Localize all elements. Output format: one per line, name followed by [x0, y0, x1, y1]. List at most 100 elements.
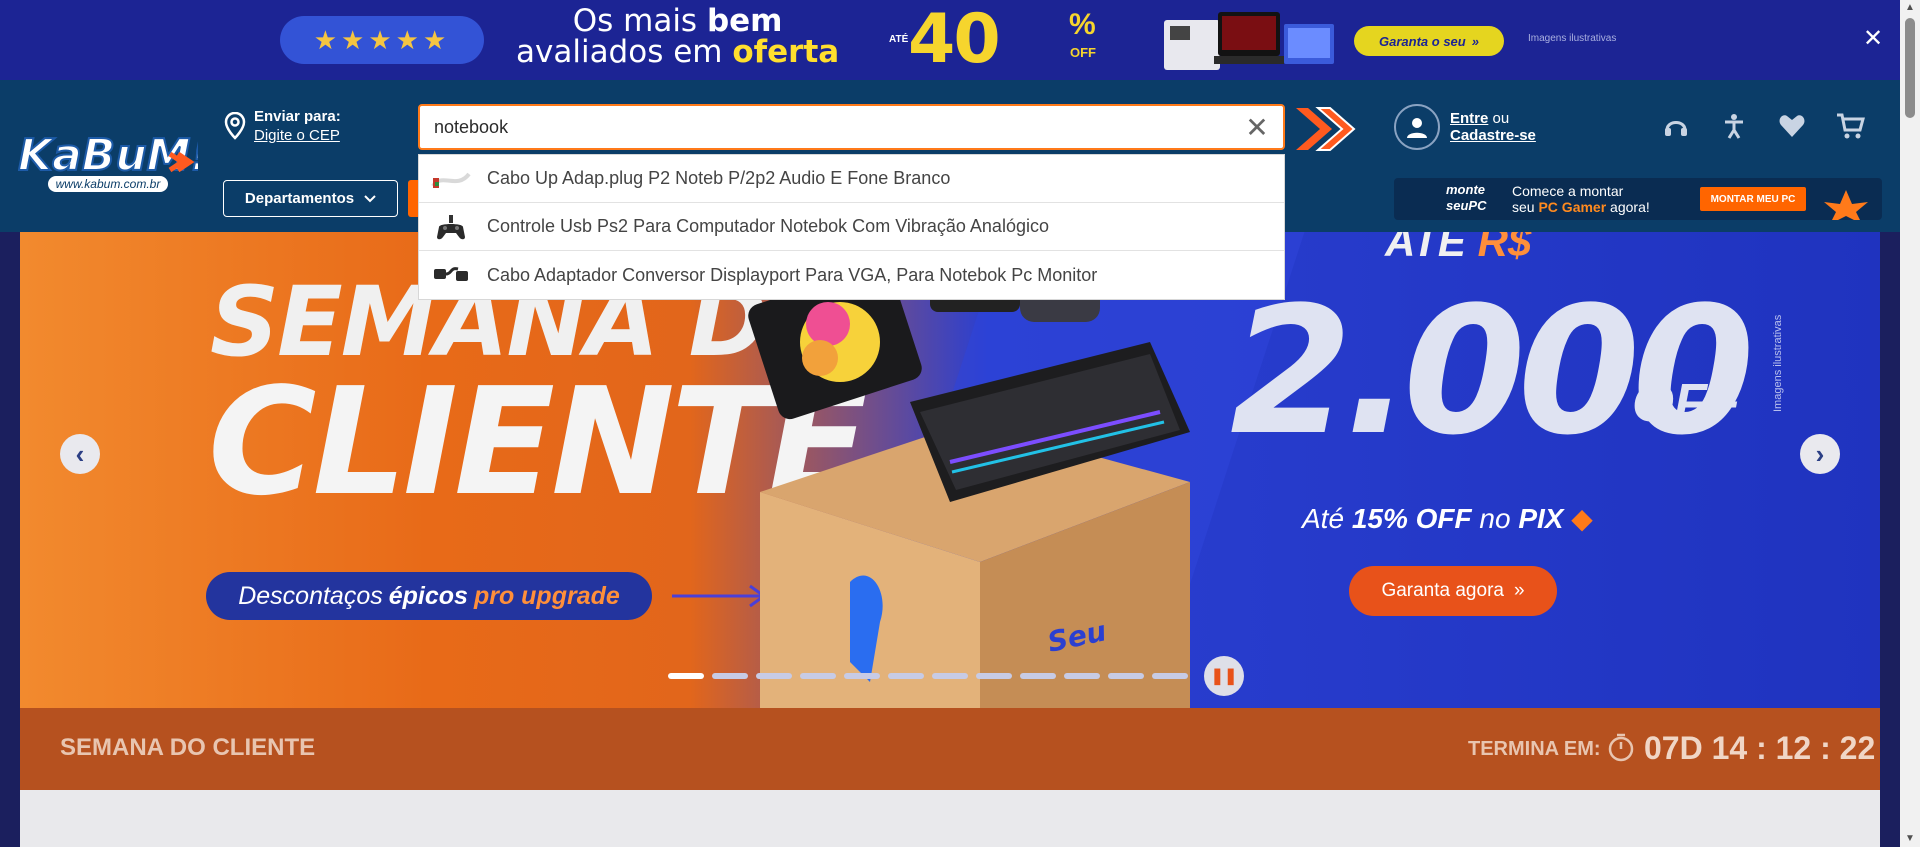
monte-line2-accent: PC Gamer	[1538, 199, 1607, 215]
promo-headline-accent: oferta	[732, 34, 840, 70]
hero-pix-bold: 15% OFF	[1351, 503, 1472, 534]
carousel-dot[interactable]	[844, 673, 880, 679]
hero-pix-pre: Até	[1302, 503, 1352, 534]
heart-icon[interactable]	[1776, 110, 1808, 142]
adapter-icon	[431, 260, 471, 290]
promo-note: Imagens ilustrativas	[1528, 33, 1617, 44]
carousel-dot[interactable]	[1152, 673, 1188, 679]
monte-line1: Comece a montar	[1512, 183, 1624, 199]
carousel-dot[interactable]	[1020, 673, 1056, 679]
hero-product-box-image: Seu	[748, 262, 1190, 708]
hero-price-prefix: ATÉ R$	[1385, 232, 1531, 266]
clear-search-icon[interactable]: ✕	[1241, 112, 1273, 144]
carousel-dot[interactable]	[976, 673, 1012, 679]
hero-tagline: Descontaços épicos pro upgrade	[206, 572, 652, 620]
suggestion-text: Controle Usb Ps2 Para Computador Notebok…	[487, 216, 1049, 236]
promo-headline-line2: avaliados em	[516, 34, 733, 70]
hero-cta-button[interactable]: Garanta agora »	[1349, 566, 1557, 616]
carousel-dot[interactable]	[800, 673, 836, 679]
scroll-up-icon[interactable]: ▲	[1904, 2, 1916, 14]
departments-label: Departamentos	[244, 190, 355, 207]
hero-pix-word: PIX	[1518, 503, 1564, 534]
kabum-logo[interactable]: KaBuM! www.kabum.com.br	[18, 124, 198, 198]
carousel-dot[interactable]	[888, 673, 924, 679]
cable-icon	[431, 164, 471, 194]
search-suggestions: Cabo Up Adap.plug P2 Noteb P/2p2 Audio E…	[418, 154, 1285, 300]
monte-seu-pc-text: Comece a montar seu PC Gamer agora!	[1512, 183, 1650, 215]
gamepad-icon	[431, 212, 471, 242]
hero-pix-offer: Até 15% OFF no PIX ◆	[1302, 502, 1593, 535]
suggestion-text: Cabo Up Adap.plug P2 Noteb P/2p2 Audio E…	[487, 168, 951, 188]
monte-line2-post: agora!	[1606, 199, 1650, 215]
suggestion-item[interactable]: Cabo Adaptador Conversor Displayport Par…	[419, 251, 1284, 299]
chevron-down-icon	[364, 194, 376, 202]
carousel-dot[interactable]	[1108, 673, 1144, 679]
login-link[interactable]: Entre	[1450, 110, 1488, 127]
scrollbar-thumb[interactable]	[1905, 18, 1915, 118]
countdown-timer: 07D 14 : 12 : 22	[1644, 730, 1876, 766]
register-link[interactable]: Cadastre-se	[1450, 127, 1536, 144]
suggestion-item[interactable]: Cabo Up Adap.plug P2 Noteb P/2p2 Audio E…	[419, 155, 1284, 203]
search-submit-icon[interactable]	[1290, 102, 1364, 156]
carousel-prev-button[interactable]: ‹	[60, 434, 100, 474]
hero-currency: R$	[1477, 232, 1532, 265]
carousel-indicators: ❚❚	[668, 656, 1244, 696]
zip-code-link[interactable]: Digite o CEP	[254, 127, 341, 144]
promo-discount: 40	[908, 0, 1001, 79]
hero-cta-label: Garanta agora	[1381, 580, 1504, 601]
shipping-location[interactable]: Enviar para: Digite o CEP	[224, 108, 341, 144]
suggestion-item[interactable]: Controle Usb Ps2 Para Computador Notebok…	[419, 203, 1284, 251]
mascot-star-icon	[1824, 190, 1868, 220]
stopwatch-icon	[1608, 733, 1634, 762]
rating-pill: ★★★★★	[280, 16, 484, 64]
accessibility-icon[interactable]	[1718, 110, 1750, 142]
account-area[interactable]: Entre ou Cadastre-se	[1394, 104, 1536, 150]
support-icon[interactable]	[1660, 110, 1692, 142]
carousel-dot[interactable]	[1064, 673, 1100, 679]
rating-stars: ★★★★★	[313, 24, 451, 55]
pix-diamond-icon: ◆	[1571, 503, 1593, 534]
page-scrollbar[interactable]: ▲ ▼	[1900, 0, 1920, 847]
carousel-dot[interactable]	[932, 673, 968, 679]
header-icons	[1660, 110, 1866, 142]
carousel-dot[interactable]	[756, 673, 792, 679]
carousel-dot[interactable]	[712, 673, 748, 679]
promo-products-image	[1164, 12, 1334, 70]
cart-icon[interactable]	[1834, 110, 1866, 142]
double-chevron-icon: »	[1513, 580, 1525, 601]
monte-seu-pc-banner[interactable]: monte seuPC Comece a montar seu PC Gamer…	[1394, 178, 1882, 220]
hero-pix-mid: no	[1471, 503, 1519, 534]
search-box: ✕	[418, 104, 1285, 150]
logo-url: www.kabum.com.br	[56, 177, 162, 191]
campaign-name: SEMANA DO CLIENTE	[60, 734, 316, 761]
monte-seu-pc-logo: monte seuPC	[1446, 182, 1487, 213]
search-input[interactable]	[434, 106, 1214, 148]
double-chevron-icon: »	[1471, 33, 1479, 49]
scroll-down-icon[interactable]: ▼	[1904, 833, 1916, 845]
carousel-next-button[interactable]: ›	[1800, 434, 1840, 474]
departments-button[interactable]: Departamentos	[223, 180, 398, 217]
hero-tagline-bold: épicos	[388, 581, 468, 610]
hero-note: Imagens ilustrativas	[1772, 314, 1784, 412]
campaign-ends-label: TERMINA EM:	[1468, 738, 1601, 760]
monte-line2-pre: seu	[1512, 199, 1539, 215]
promo-off: OFF	[1070, 45, 1096, 60]
hero-discount-off: OFF	[1632, 373, 1740, 433]
hero-tagline-accent: pro upgrade	[473, 581, 620, 610]
campaign-bar: SEMANA DO CLIENTE TERMINA EM: 07D 14 : 1…	[20, 708, 1880, 790]
pause-icon[interactable]: ❚❚	[1204, 656, 1244, 696]
hero-carousel[interactable]: SEMANA DO CLIENTE Descontaços épicos pro u…	[20, 232, 1880, 708]
location-pin-icon	[224, 112, 246, 140]
suggestion-text: Cabo Adaptador Conversor Displayport Par…	[487, 264, 1098, 285]
carousel-dot[interactable]	[668, 673, 704, 679]
promo-banner[interactable]: ★★★★★ Os mais bem avaliados em oferta AT…	[0, 0, 1900, 80]
promo-headline: Os mais bem avaliados em oferta	[516, 6, 839, 68]
promo-cta-button[interactable]: Garanta o seu »	[1354, 26, 1504, 56]
promo-cta-label: Garanta o seu	[1379, 33, 1466, 49]
ship-label: Enviar para:	[254, 108, 341, 125]
content-area	[20, 790, 1880, 847]
hero-ate: ATÉ	[1385, 232, 1478, 265]
monte-seu-pc-button[interactable]: MONTAR MEU PC	[1700, 187, 1806, 211]
close-icon[interactable]: ✕	[1862, 27, 1884, 51]
user-avatar-icon[interactable]	[1394, 104, 1440, 150]
